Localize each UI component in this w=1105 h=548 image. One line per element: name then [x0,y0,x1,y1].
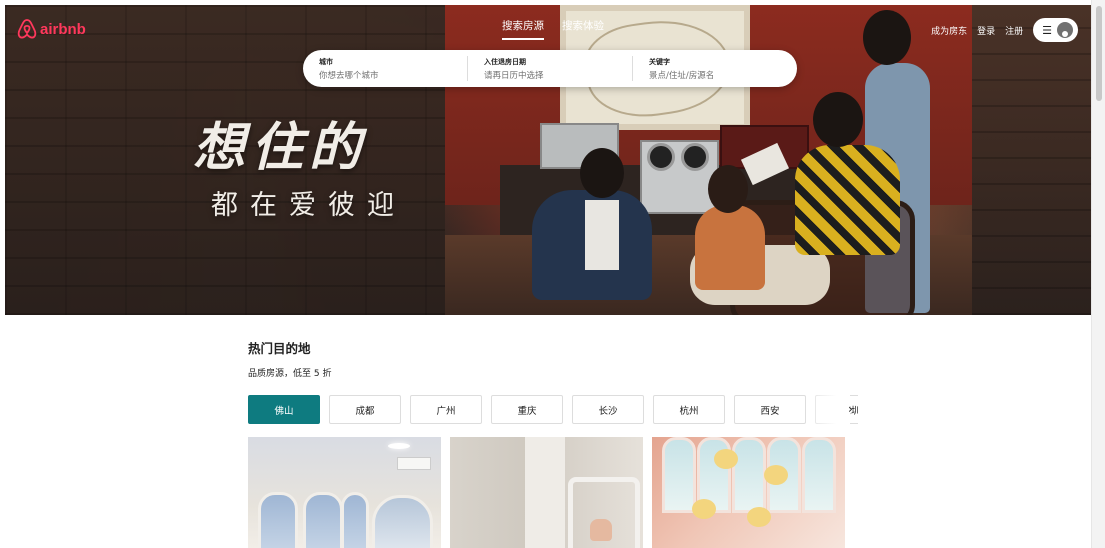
login-link[interactable]: 登录 [977,24,995,37]
dates-field[interactable]: 入住退房日期 请再日历中选择 [468,56,633,81]
tab-search-homes[interactable]: 搜索房源 [502,18,544,40]
dates-field-label: 入住退房日期 [484,57,526,66]
dates-field-placeholder: 请再日历中选择 [484,70,544,81]
listing-card[interactable] [450,437,643,548]
hero-headline: 想住的 [193,117,368,178]
listing-card[interactable] [652,437,845,548]
hero-subline: 都在爱彼迎 [211,190,406,221]
city-tab[interactable]: 长沙 [572,395,644,424]
user-menu-button[interactable]: ☰ [1033,18,1078,42]
city-tab[interactable]: 广州 [410,395,482,424]
chevron-right-icon[interactable]: › [848,402,853,416]
become-host-link[interactable]: 成为房东 [931,24,967,37]
airbnb-logo-icon [17,19,37,39]
section-subtitle: 品质房源，低至 5 折 [248,369,332,379]
user-nav: 成为房东 登录 注册 ☰ [931,18,1078,42]
airbnb-logo[interactable]: airbnb [17,18,86,40]
city-tab[interactable]: 杭州 [653,395,725,424]
search-bar: 城市 你想去哪个城市 入住退房日期 请再日历中选择 关键字 景点/住址/房源名 [303,50,797,87]
listing-cards [248,437,845,548]
page-scrollbar[interactable] [1091,0,1105,548]
nav-tabs: 搜索房源 搜索体验 [502,18,604,40]
city-tabs: 佛山 成都 广州 重庆 长沙 杭州 西安 深圳 [248,395,858,424]
keyword-field[interactable]: 关键字 景点/住址/房源名 [633,56,797,81]
hamburger-icon: ☰ [1042,23,1052,37]
city-field-label: 城市 [319,57,333,66]
listing-card[interactable] [248,437,441,548]
keyword-field-placeholder: 景点/住址/房源名 [649,70,715,81]
brand-name: airbnb [40,20,86,38]
user-icon [1057,22,1073,38]
popular-section: 热门目的地 品质房源，低至 5 折 [248,338,848,379]
city-tab[interactable]: 重庆 [491,395,563,424]
hero-banner: 想住的 都在爱彼迎 airbnb 搜索房源 搜索体验 成为房东 登录 注册 ☰ [5,5,1092,315]
city-field-placeholder: 你想去哪个城市 [319,70,379,81]
browser-viewport: 想住的 都在爱彼迎 airbnb 搜索房源 搜索体验 成为房东 登录 注册 ☰ [5,5,1092,548]
city-field[interactable]: 城市 你想去哪个城市 [303,56,468,81]
tab-search-experiences[interactable]: 搜索体验 [562,18,604,40]
city-tab[interactable]: 佛山 [248,395,320,424]
keyword-field-label: 关键字 [649,57,670,66]
scrollbar-thumb[interactable] [1096,6,1102,101]
section-title: 热门目的地 [248,341,311,356]
city-tab[interactable]: 西安 [734,395,806,424]
register-link[interactable]: 注册 [1005,24,1023,37]
city-tab[interactable]: 成都 [329,395,401,424]
